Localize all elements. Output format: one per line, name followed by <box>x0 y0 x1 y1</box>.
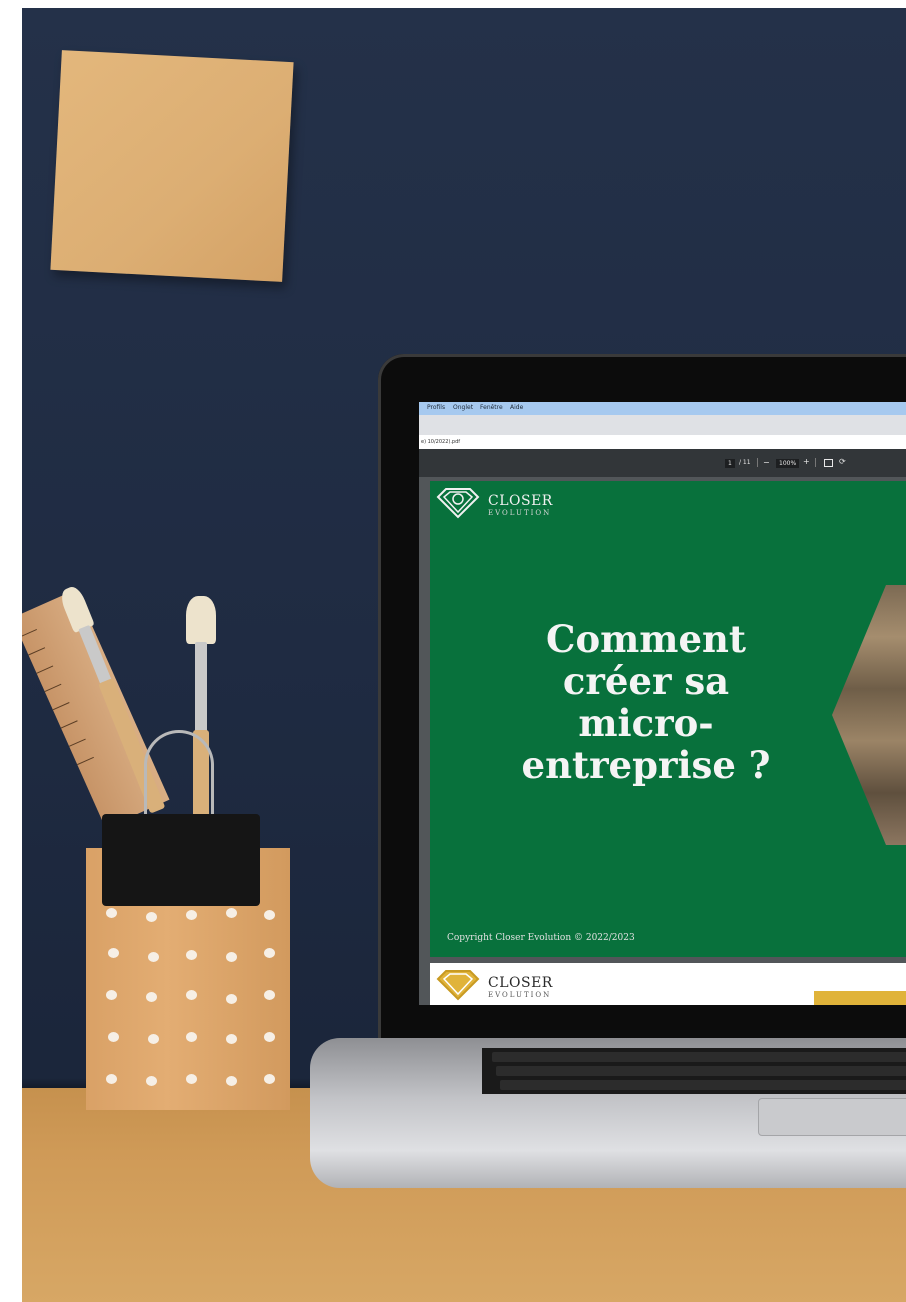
diamond-logo-icon <box>436 488 480 519</box>
browser-tab-bar <box>419 415 906 435</box>
address-bar-url: e) 10/2022).pdf <box>421 439 461 445</box>
logo-subtitle: EVOLUTION <box>488 991 552 999</box>
menu-fenetre[interactable]: Fenêtre <box>480 404 503 411</box>
pdf-viewer[interactable]: CLOSER EVOLUTION Comment créer sa micro-… <box>419 477 906 1005</box>
zoom-out-button[interactable]: − <box>763 458 770 467</box>
logo-subtitle: EVOLUTION <box>488 509 552 517</box>
pdf-toolbar: 1 / 11 − 100% + ⟳ <box>419 449 906 477</box>
binder-clip <box>102 814 260 906</box>
address-bar[interactable]: e) 10/2022).pdf <box>419 435 906 449</box>
slide2-accent-bar <box>814 991 906 1005</box>
toolbar-divider <box>815 458 816 467</box>
pdf-page-1: CLOSER EVOLUTION Comment créer sa micro-… <box>430 481 906 957</box>
slide-photo-wedge <box>832 585 906 845</box>
title-line: créer sa <box>562 659 730 703</box>
zoom-level-input[interactable]: 100% <box>776 459 800 468</box>
title-line: micro- <box>578 701 714 745</box>
title-line: Comment <box>546 617 746 661</box>
menu-aide[interactable]: Aide <box>510 404 523 411</box>
sticky-note <box>50 50 294 282</box>
slide-title: Comment créer sa micro- entreprise ? <box>506 618 786 786</box>
rotate-icon[interactable]: ⟳ <box>839 457 846 466</box>
photo-scene: Profils Onglet Fenêtre Aide e) 10/2022).… <box>22 8 906 1302</box>
logo-name: CLOSER <box>488 975 553 991</box>
zoom-in-button[interactable]: + <box>803 457 810 466</box>
browser-menubar: Profils Onglet Fenêtre Aide <box>419 402 906 415</box>
diamond-logo-icon <box>436 970 480 1001</box>
pdf-page-2: CLOSER EVOLUTION <box>430 963 906 1005</box>
toolbar-divider <box>757 458 758 467</box>
logo-name: CLOSER <box>488 493 553 509</box>
fit-page-icon[interactable] <box>824 459 833 467</box>
laptop-keyboard <box>482 1048 906 1094</box>
menu-profils[interactable]: Profils <box>427 404 445 411</box>
laptop-trackpad <box>758 1098 906 1136</box>
menu-onglet[interactable]: Onglet <box>453 404 473 411</box>
page-total: / 11 <box>739 459 751 466</box>
title-line: entreprise ? <box>521 743 771 787</box>
page-number-input[interactable]: 1 <box>725 459 735 468</box>
slide-copyright: Copyright Closer Evolution © 2022/2023 <box>447 933 635 943</box>
laptop-screen: Profils Onglet Fenêtre Aide e) 10/2022).… <box>419 402 906 1005</box>
